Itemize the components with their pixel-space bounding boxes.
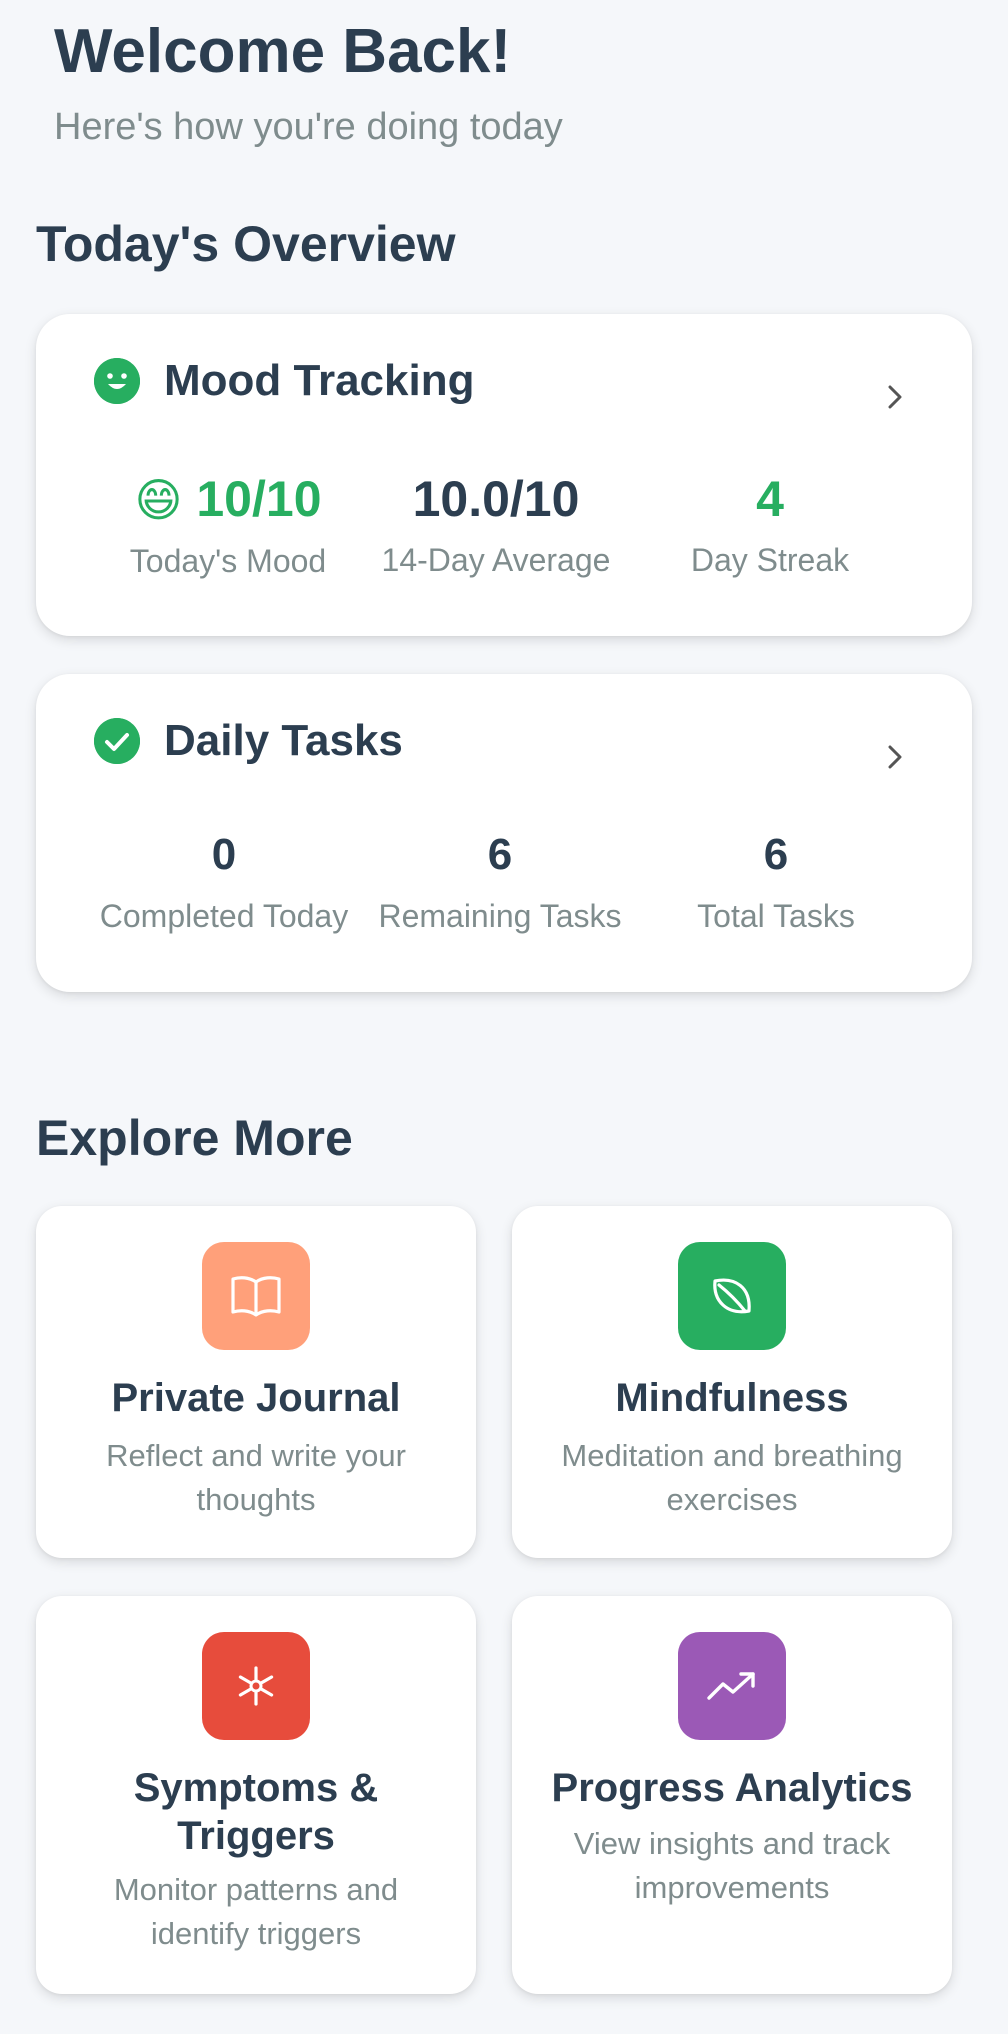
header: Welcome Back! Here's how you're doing to…: [54, 14, 563, 150]
average-value: 10.0/10: [412, 471, 580, 527]
explore-section-title: Explore More: [36, 1110, 353, 1166]
completed-label: Completed Today: [99, 898, 349, 934]
remaining-stat: 6 Remaining Tasks: [362, 830, 638, 936]
mood-stats-right: 10.0/10 14-Day Average 4 Day Streak: [36, 470, 972, 580]
chevron-right-icon[interactable]: [880, 382, 910, 412]
page-title: Welcome Back!: [54, 17, 512, 86]
streak-stat: 4 Day Streak: [650, 470, 890, 580]
tasks-card-title: Daily Tasks: [164, 716, 403, 765]
leaf-icon: [678, 1242, 786, 1350]
average-stat: 10.0/10 14-Day Average: [356, 470, 636, 580]
average-label: 14-Day Average: [381, 542, 611, 578]
tile-description: Monitor patterns and identify triggers: [113, 1872, 399, 1951]
tasks-card-header: Daily Tasks: [94, 714, 403, 768]
progress-analytics-tile[interactable]: Progress Analytics View insights and tra…: [512, 1596, 952, 1994]
book-icon: [202, 1242, 310, 1350]
chevron-right-icon[interactable]: [880, 742, 910, 772]
remaining-value: 6: [487, 830, 513, 879]
tile-description: View insights and track improvements: [573, 1826, 891, 1905]
total-label: Total Tasks: [697, 898, 855, 934]
total-value: 6: [763, 830, 789, 879]
tile-title: Mindfulness: [615, 1376, 849, 1420]
mood-card-title: Mood Tracking: [164, 356, 475, 405]
mindfulness-tile[interactable]: Mindfulness Meditation and breathing exe…: [512, 1206, 952, 1558]
tile-title: Progress Analytics: [551, 1766, 913, 1810]
streak-label: Day Streak: [690, 542, 850, 578]
tile-description: Reflect and write your thoughts: [106, 1438, 406, 1517]
tile-description: Meditation and breathing exercises: [561, 1438, 903, 1517]
mood-tracking-card[interactable]: Mood Tracking 😄 10/10 Today's Mood 10.0/…: [36, 314, 972, 636]
asterisk-icon: [202, 1632, 310, 1740]
tile-title: Private Journal: [111, 1376, 401, 1420]
overview-section-title: Today's Overview: [36, 216, 456, 272]
completed-value: 0: [211, 830, 237, 879]
check-circle-icon: [94, 718, 140, 764]
trend-up-icon: [678, 1632, 786, 1740]
private-journal-tile[interactable]: Private Journal Reflect and write your t…: [36, 1206, 476, 1558]
tile-title: Symptoms & Triggers: [133, 1766, 379, 1858]
completed-stat: 0 Completed Today: [86, 830, 362, 936]
page-subtitle: Here's how you're doing today: [54, 106, 563, 148]
remaining-label: Remaining Tasks: [378, 898, 622, 934]
streak-value: 4: [756, 471, 784, 527]
symptoms-triggers-tile[interactable]: Symptoms & Triggers Monitor patterns and…: [36, 1596, 476, 1994]
smile-icon: [94, 358, 140, 404]
total-stat: 6 Total Tasks: [638, 830, 914, 936]
daily-tasks-card[interactable]: Daily Tasks 0 Completed Today 6 Remainin…: [36, 674, 972, 992]
tasks-stats: 0 Completed Today 6 Remaining Tasks 6 To…: [36, 830, 972, 936]
mood-card-header: Mood Tracking: [94, 354, 474, 408]
